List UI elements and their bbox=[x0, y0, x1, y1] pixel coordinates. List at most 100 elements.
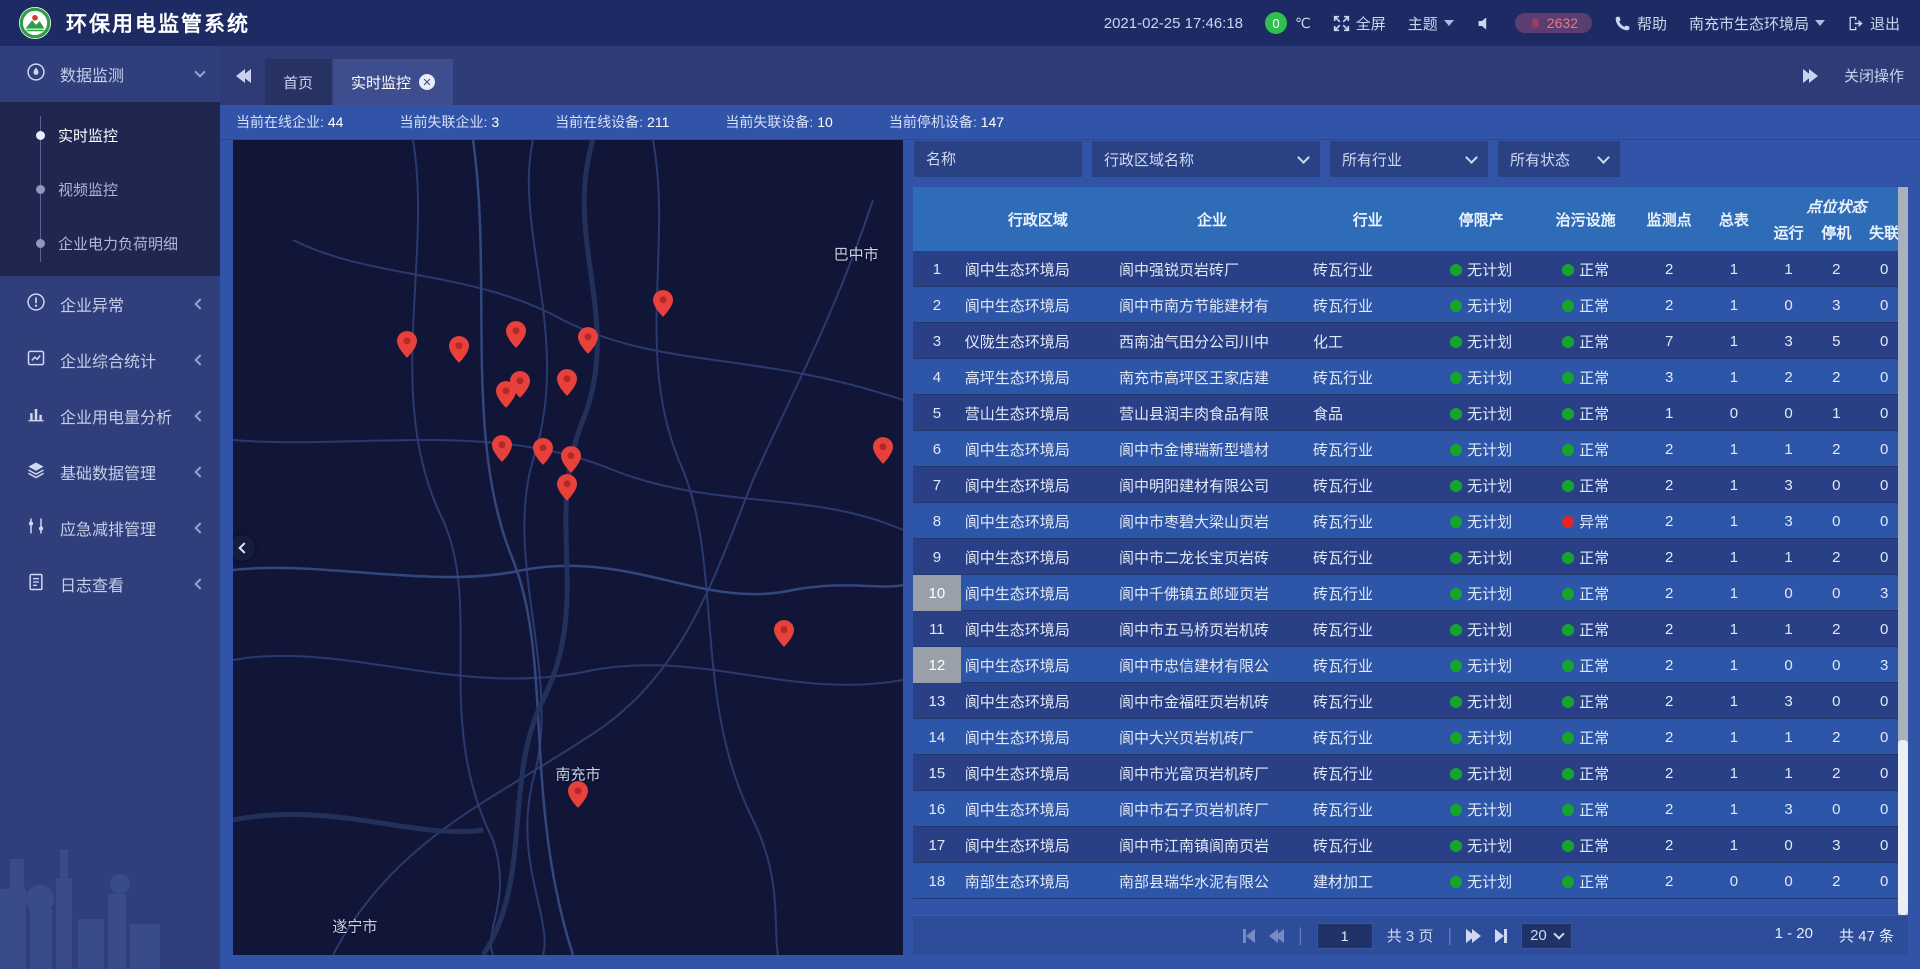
cell-stop: 2 bbox=[1812, 873, 1860, 890]
sidebar-item-power-analysis[interactable]: 企业用电量分析 bbox=[0, 388, 220, 444]
map-pin[interactable] bbox=[397, 331, 417, 358]
table-row[interactable]: 15阆中生态环境局阆中市光富页岩机砖厂砖瓦行业无计划正常21120 bbox=[913, 755, 1908, 791]
map-pin[interactable] bbox=[653, 290, 673, 317]
bullet-dot-icon bbox=[36, 185, 45, 194]
status-dot-green bbox=[1562, 444, 1574, 456]
map-panel[interactable]: 巴中市南充市遂宁市 bbox=[233, 140, 903, 955]
cell-stop: 0 bbox=[1812, 801, 1860, 818]
map-pin[interactable] bbox=[578, 327, 598, 354]
map-pin[interactable] bbox=[510, 371, 530, 398]
sidebar-item-base-data[interactable]: 基础数据管理 bbox=[0, 444, 220, 500]
tabs-scroll-left-button[interactable] bbox=[236, 69, 251, 83]
page-size-select[interactable]: 20 bbox=[1521, 923, 1572, 949]
table-row[interactable]: 5营山生态环境局营山县润丰肉食品有限食品无计划正常10010 bbox=[913, 395, 1908, 431]
sidebar-item-emergency-reduction[interactable]: 应急减排管理 bbox=[0, 500, 220, 556]
status-dot-green bbox=[1450, 300, 1462, 312]
row-index: 16 bbox=[913, 791, 961, 827]
first-page-button[interactable] bbox=[1243, 929, 1255, 943]
industry-filter-select[interactable]: 所有行业 bbox=[1329, 140, 1489, 178]
name-filter-input[interactable] bbox=[926, 151, 1070, 168]
sidebar-item-label: 企业综合统计 bbox=[60, 348, 156, 372]
cell-industry: 砖瓦行业 bbox=[1309, 763, 1426, 784]
status-dot-green bbox=[1562, 660, 1574, 672]
map-pin[interactable] bbox=[533, 438, 553, 465]
col-index bbox=[913, 187, 961, 251]
status-dot-green bbox=[1562, 372, 1574, 384]
next-page-button[interactable] bbox=[1466, 929, 1481, 943]
sidebar-item-enterprise-stats[interactable]: 企业综合统计 bbox=[0, 332, 220, 388]
facility-text: 正常 bbox=[1579, 370, 1609, 387]
cell-company: 南部县瑞华水泥有限公 bbox=[1115, 871, 1309, 892]
sidebar-item-data-monitor[interactable]: 数据监测 bbox=[0, 46, 220, 102]
status-filter-select[interactable]: 所有状态 bbox=[1497, 140, 1621, 178]
table-row[interactable]: 6阆中生态环境局阆中市金博瑞新型墙材砖瓦行业无计划正常21120 bbox=[913, 431, 1908, 467]
gauge-icon bbox=[26, 62, 46, 87]
alert-icon bbox=[26, 292, 46, 317]
map-pin[interactable] bbox=[492, 435, 512, 462]
map-pin[interactable] bbox=[873, 437, 893, 464]
close-icon[interactable]: ✕ bbox=[419, 74, 435, 90]
sidebar-item-realtime-monitor[interactable]: 实时监控 bbox=[0, 108, 220, 162]
status-dot-green bbox=[1562, 408, 1574, 420]
map-pin[interactable] bbox=[557, 369, 577, 396]
help-button[interactable]: 帮助 bbox=[1614, 13, 1667, 34]
map-pin[interactable] bbox=[561, 446, 581, 473]
table-row[interactable]: 13阆中生态环境局阆中市金福旺页岩机砖砖瓦行业无计划正常21300 bbox=[913, 683, 1908, 719]
cell-region: 高坪生态环境局 bbox=[961, 367, 1115, 388]
notification-badge[interactable]: 2632 bbox=[1515, 13, 1592, 33]
table-row[interactable]: 3仪陇生态环境局西南油气田分公司川中化工无计划正常71350 bbox=[913, 323, 1908, 359]
sidebar-item-video-monitor[interactable]: 视频监控 bbox=[0, 162, 220, 216]
sidebar-item-log-view[interactable]: 日志查看 bbox=[0, 556, 220, 612]
table-row[interactable]: 7阆中生态环境局阆中明阳建材有限公司砖瓦行业无计划正常21300 bbox=[913, 467, 1908, 503]
last-page-button[interactable] bbox=[1495, 929, 1507, 943]
table-row[interactable]: 10阆中生态环境局阆中千佛镇五郎垭页岩砖瓦行业无计划正常21003 bbox=[913, 575, 1908, 611]
prev-page-button[interactable] bbox=[1269, 929, 1284, 943]
row-index: 3 bbox=[913, 323, 961, 359]
map-pin[interactable] bbox=[449, 336, 469, 363]
sidebar-item-enterprise-abnormal[interactable]: 企业异常 bbox=[0, 276, 220, 332]
map-pin[interactable] bbox=[568, 781, 588, 808]
cell-run: 1 bbox=[1765, 261, 1813, 278]
cell-industry: 砖瓦行业 bbox=[1309, 511, 1426, 532]
table-row[interactable]: 11阆中生态环境局阆中市五马桥页岩机砖砖瓦行业无计划正常21120 bbox=[913, 611, 1908, 647]
table-row[interactable]: 17阆中生态环境局阆中市江南镇阆南页岩砖瓦行业无计划正常21030 bbox=[913, 827, 1908, 863]
cell-run: 1 bbox=[1765, 441, 1813, 458]
limit-text: 无计划 bbox=[1467, 514, 1512, 531]
map-pin[interactable] bbox=[557, 474, 577, 501]
map-pin[interactable] bbox=[506, 321, 526, 348]
table-row[interactable]: 9阆中生态环境局阆中市二龙长宝页岩砖砖瓦行业无计划正常21120 bbox=[913, 539, 1908, 575]
name-filter-field[interactable] bbox=[913, 140, 1083, 178]
col-region: 行政区域 bbox=[961, 187, 1115, 251]
theme-menu-button[interactable]: 主题 bbox=[1408, 13, 1454, 34]
tab-home[interactable]: 首页 bbox=[265, 59, 331, 105]
table-scrollbar-track[interactable] bbox=[1898, 187, 1908, 915]
table-row[interactable]: 12阆中生态环境局阆中市忠信建材有限公砖瓦行业无计划正常21003 bbox=[913, 647, 1908, 683]
table-scrollbar-thumb[interactable] bbox=[1898, 740, 1908, 915]
tabs-scroll-right-button[interactable] bbox=[1803, 69, 1818, 83]
table-row[interactable]: 18南部生态环境局南部县瑞华水泥有限公建材加工无计划正常20020 bbox=[913, 863, 1908, 899]
cell-meters: 1 bbox=[1703, 261, 1765, 278]
cell-stop: 0 bbox=[1812, 477, 1860, 494]
table-row[interactable]: 4高坪生态环境局南充市高坪区王家店建砖瓦行业无计划正常31220 bbox=[913, 359, 1908, 395]
region-filter-select[interactable]: 行政区域名称 bbox=[1091, 140, 1321, 178]
cell-industry: 砖瓦行业 bbox=[1309, 619, 1426, 640]
table-row[interactable]: 1阆中生态环境局阆中强锐页岩砖厂砖瓦行业无计划正常21120 bbox=[913, 251, 1908, 287]
tab-realtime-monitor[interactable]: 实时监控✕ bbox=[333, 59, 453, 105]
map-pin[interactable] bbox=[774, 620, 794, 647]
table-row[interactable]: 2阆中生态环境局阆中市南方节能建材有砖瓦行业无计划正常21030 bbox=[913, 287, 1908, 323]
sidebar-item-label: 基础数据管理 bbox=[60, 460, 156, 484]
status-dot-green bbox=[1562, 696, 1574, 708]
cell-region: 阆中生态环境局 bbox=[961, 259, 1115, 280]
close-operations-button[interactable]: 关闭操作 bbox=[1844, 65, 1904, 86]
org-menu-button[interactable]: 南充市生态环境局 bbox=[1689, 13, 1825, 34]
table-row[interactable]: 14阆中生态环境局阆中大兴页岩机砖厂砖瓦行业无计划正常21120 bbox=[913, 719, 1908, 755]
page-number-input[interactable] bbox=[1317, 923, 1373, 949]
speaker-muted-icon[interactable] bbox=[1476, 15, 1493, 32]
table-row[interactable]: 8阆中生态环境局阆中市枣碧大梁山页岩砖瓦行业无计划异常21300 bbox=[913, 503, 1908, 539]
logout-button[interactable]: 退出 bbox=[1847, 13, 1900, 34]
sidebar-item-power-load-detail[interactable]: 企业电力负荷明细 bbox=[0, 216, 220, 270]
table-row[interactable]: 16阆中生态环境局阆中市石子页岩机砖厂砖瓦行业无计划正常21300 bbox=[913, 791, 1908, 827]
fullscreen-button[interactable]: 全屏 bbox=[1333, 13, 1386, 34]
cell-run: 3 bbox=[1765, 693, 1813, 710]
facility-text: 正常 bbox=[1579, 838, 1609, 855]
